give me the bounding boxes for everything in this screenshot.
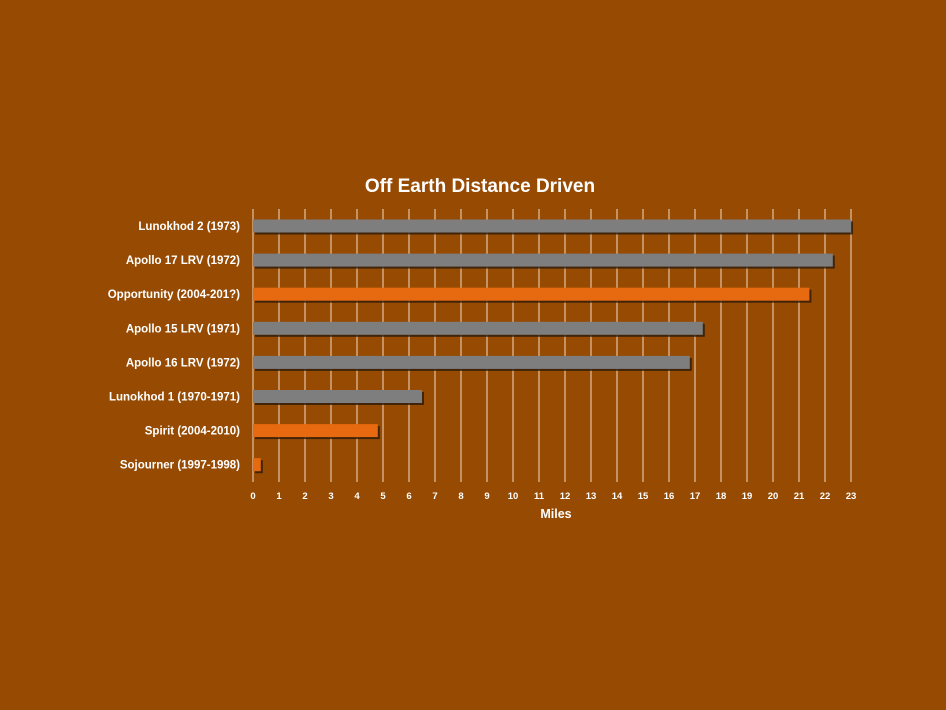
x-tick-label: 13: [586, 491, 597, 502]
x-tick-label: 10: [508, 491, 519, 502]
x-tick-label: 23: [846, 491, 857, 502]
category-label: Apollo 15 LRV (1971): [126, 323, 240, 335]
category-label: Opportunity (2004-201?): [108, 289, 240, 301]
x-tick-label: 19: [742, 491, 753, 502]
x-tick-label: 11: [534, 491, 545, 502]
x-tick-label: 14: [612, 491, 623, 502]
bars: [253, 219, 853, 474]
bar-opportunity-2004-201: [253, 287, 810, 301]
category-label: Lunokhod 1 (1970-1971): [109, 392, 240, 404]
x-tick-label: 12: [560, 491, 571, 502]
x-tick-label: 15: [638, 491, 649, 502]
category-labels: Lunokhod 2 (1973) Apollo 17 LRV (1972) Opp…: [108, 221, 240, 472]
x-tick-label: 3: [328, 491, 333, 502]
x-tick-label: 4: [354, 491, 360, 502]
category-label: Sojourner (1997-1998): [120, 460, 240, 472]
chart-title: Off Earth Distance Driven: [365, 176, 595, 197]
category-label: Spirit (2004-2010): [145, 426, 240, 438]
bar-spirit-2004-2010: [253, 424, 378, 438]
bar-sojourner-1997-1998: [253, 458, 261, 472]
gridlines: [252, 209, 852, 482]
x-axis-label: Miles: [540, 507, 571, 521]
x-tick-label: 18: [716, 491, 727, 502]
category-label: Apollo 17 LRV (1972): [126, 255, 240, 267]
distance-bar-chart: Off Earth Distance Driven Lunokhod 2 (19…: [108, 176, 857, 521]
x-tick-label: 22: [820, 491, 831, 502]
bar-apollo-15-lrv-1971: [253, 321, 703, 335]
x-tick-label: 2: [302, 491, 307, 502]
x-tick-labels: 0 1 2 3 4 5 6 7 8 9 10 11 12 13 14 15 16 17 18 19 20 21 22 23: [250, 491, 856, 502]
x-tick-label: 21: [794, 491, 805, 502]
x-tick-label: 5: [380, 491, 386, 502]
x-tick-label: 8: [458, 491, 463, 502]
x-tick-label: 20: [768, 491, 779, 502]
x-tick-label: 6: [406, 491, 411, 502]
x-tick-label: 16: [664, 491, 675, 502]
x-tick-label: 1: [276, 491, 282, 502]
category-label: Apollo 16 LRV (1972): [126, 357, 240, 369]
bar-apollo-16-lrv-1972: [253, 355, 690, 369]
x-tick-label: 7: [432, 491, 437, 502]
x-tick-label: 17: [690, 491, 701, 502]
bar-apollo-17-lrv-1972: [253, 253, 833, 267]
x-tick-label: 9: [484, 491, 489, 502]
category-label: Lunokhod 2 (1973): [138, 221, 240, 233]
x-tick-label: 0: [250, 491, 255, 502]
bar-lunokhod-1-1970-1971: [253, 390, 422, 403]
bar-lunokhod-2-1973: [253, 219, 851, 233]
